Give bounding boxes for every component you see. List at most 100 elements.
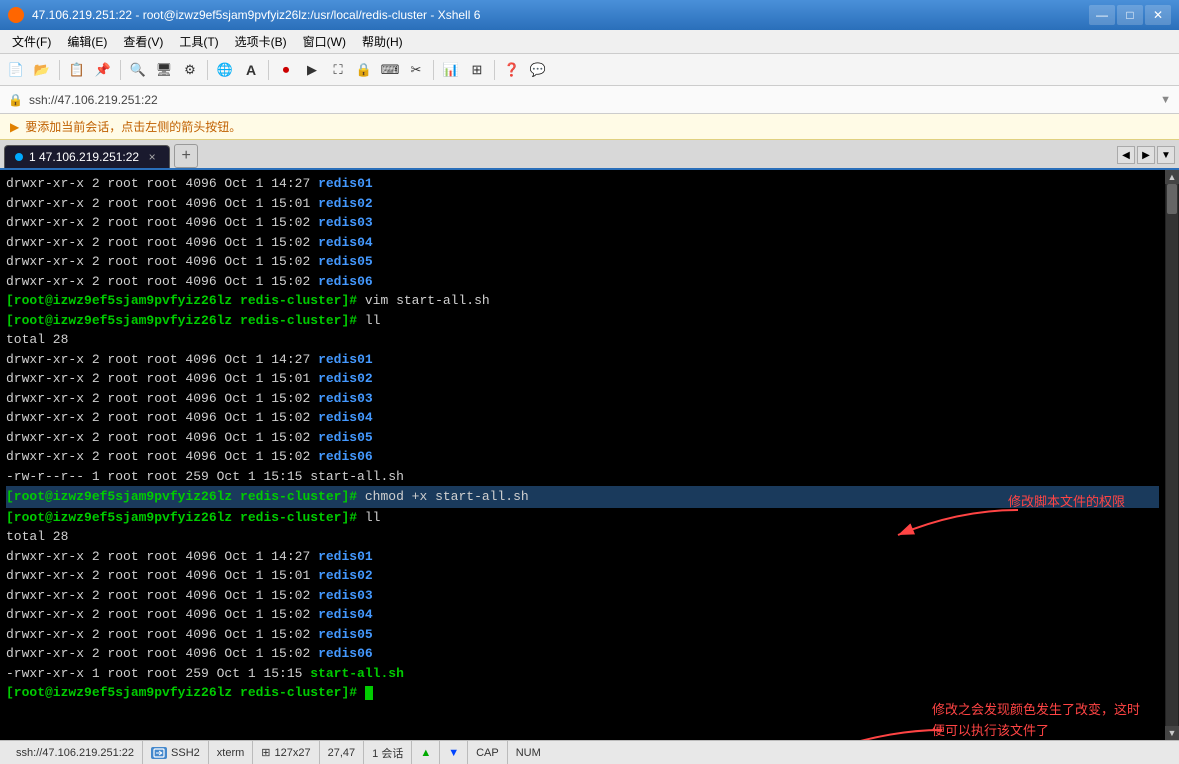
tab-nav: ◀ ▶ ▼ [1117,146,1175,164]
paste-btn[interactable]: 📌 [91,58,115,82]
record-btn[interactable]: ⏺ [274,58,298,82]
menu-edit[interactable]: 编辑(E) [59,31,115,52]
status-arrow-down[interactable]: ▼ [440,741,468,764]
status-sessions: 1 会话 [364,741,412,764]
copy-btn[interactable]: 📋 [65,58,89,82]
new-session-btn[interactable]: 📄 [4,58,28,82]
terminal-line-22: drwxr-xr-x 2 root root 4096 Oct 1 15:02 … [6,586,1159,606]
terminal-line-25: drwxr-xr-x 2 root root 4096 Oct 1 15:02 … [6,644,1159,664]
terminal-line-20: drwxr-xr-x 2 root root 4096 Oct 1 14:27 … [6,547,1159,567]
tab-status-dot [15,153,23,161]
scroll-down-btn[interactable]: ▼ [1165,726,1179,740]
terminal-line-6: drwxr-xr-x 2 root root 4096 Oct 1 15:02 … [6,272,1159,292]
annotation-2-line2: 便可以执行该文件了 [932,721,1140,740]
zoom-btn[interactable]: 🔍 [126,58,150,82]
menu-tools[interactable]: 工具(T) [171,31,226,52]
terminal-line-4: drwxr-xr-x 2 root root 4096 Oct 1 15:02 … [6,233,1159,253]
open-btn[interactable]: 📂 [30,58,54,82]
menu-window[interactable]: 窗口(W) [295,31,354,52]
terminal-line-3: drwxr-xr-x 2 root root 4096 Oct 1 15:02 … [6,213,1159,233]
play-btn[interactable]: ▶ [300,58,324,82]
status-protocol: SSH2 [143,741,209,764]
terminal-scrollbar[interactable]: ▲ ▼ [1165,170,1179,740]
scroll-up-btn[interactable]: ▲ [1165,170,1179,184]
terminal-line-11: drwxr-xr-x 2 root root 4096 Oct 1 15:01 … [6,369,1159,389]
tab-label: 1 47.106.219.251:22 [29,150,139,164]
toolbar: 📄 📂 📋 📌 🔍 🖥 ⚙ 🌐 A ⏺ ▶ ⛶ 🔒 ⌨ ✂ 📊 ⊞ ❓ 💬 [0,54,1179,86]
terminal-line-21: drwxr-xr-x 2 root root 4096 Oct 1 15:01 … [6,566,1159,586]
terminal-line-10: drwxr-xr-x 2 root root 4096 Oct 1 14:27 … [6,350,1159,370]
status-num: NUM [508,741,549,764]
terminal-line-8: [root@izwz9ef5sjam9pvfyiz26lz redis-clus… [6,311,1159,331]
scissor-btn[interactable]: ✂ [404,58,428,82]
info-text: 要添加当前会话，点击左侧的箭头按钮。 [25,118,241,135]
menu-view[interactable]: 查看(V) [115,31,171,52]
tab-bar: 1 47.106.219.251:22 × + ◀ ▶ ▼ [0,140,1179,170]
ssh-icon [151,747,167,759]
status-cursor: 27,47 [320,741,365,764]
menu-bar: 文件(F) 编辑(E) 查看(V) 工具(T) 选项卡(B) 窗口(W) 帮助(… [0,30,1179,54]
terminal-line-26: -rwxr-xr-x 1 root root 259 Oct 1 15:15 s… [6,664,1159,684]
terminal-line-12: drwxr-xr-x 2 root root 4096 Oct 1 15:02 … [6,389,1159,409]
menu-file[interactable]: 文件(F) [4,31,59,52]
terminal-line-14: drwxr-xr-x 2 root root 4096 Oct 1 15:02 … [6,428,1159,448]
close-button[interactable]: ✕ [1145,5,1171,25]
tab-add-btn[interactable]: + [174,144,198,168]
split-btn[interactable]: ⊞ [465,58,489,82]
status-address: ssh://47.106.219.251:22 [8,741,143,764]
tab-next-btn[interactable]: ▶ [1137,146,1155,164]
cap-text: CAP [476,747,499,759]
status-arrow-up[interactable]: ▲ [412,741,440,764]
tab-prev-btn[interactable]: ◀ [1117,146,1135,164]
status-bar: ssh://47.106.219.251:22 SSH2 xterm ⊞ 127… [0,740,1179,764]
terminal-line-24: drwxr-xr-x 2 root root 4096 Oct 1 15:02 … [6,625,1159,645]
cursor [365,686,373,700]
size-text: 127x27 [275,747,311,759]
terminal-line-13: drwxr-xr-x 2 root root 4096 Oct 1 15:02 … [6,408,1159,428]
address-input[interactable] [29,93,1160,107]
maximize-button[interactable]: □ [1117,5,1143,25]
help-btn[interactable]: ❓ [500,58,524,82]
terminal-line-18: [root@izwz9ef5sjam9pvfyiz26lz redis-clus… [6,508,1159,528]
keyboard-btn[interactable]: ⌨ [378,58,402,82]
status-cap: CAP [468,741,508,764]
chat-btn[interactable]: 💬 [526,58,550,82]
terminal-wrapper: drwxr-xr-x 2 root root 4096 Oct 1 14:27 … [0,170,1179,740]
address-dropdown[interactable]: ▼ [1160,94,1171,106]
protocol-text: SSH2 [171,747,200,759]
upload-icon: ▲ [420,747,431,759]
window-title: 47.106.219.251:22 - root@izwz9ef5sjam9pv… [32,8,1089,22]
lock-btn[interactable]: 🔒 [352,58,376,82]
refresh-btn[interactable]: 🖥 [152,58,176,82]
encoding-text: xterm [217,747,245,759]
annotation-arrow-2 [772,720,942,740]
status-size: ⊞ 127x27 [253,741,319,764]
terminal-line-27: [root@izwz9ef5sjam9pvfyiz26lz redis-clus… [6,683,1159,703]
menu-tab[interactable]: 选项卡(B) [227,31,295,52]
sessions-text: 1 会话 [372,745,403,761]
terminal-line-2: drwxr-xr-x 2 root root 4096 Oct 1 15:01 … [6,194,1159,214]
session-tab[interactable]: 1 47.106.219.251:22 × [4,145,170,168]
menu-help[interactable]: 帮助(H) [354,31,411,52]
settings-btn[interactable]: ⚙ [178,58,202,82]
annotation-2-line1: 修改之会发现颜色发生了改变，这时 [932,700,1140,721]
font-btn[interactable]: A [239,58,263,82]
tab-close-btn[interactable]: × [145,150,159,164]
scroll-thumb[interactable] [1167,184,1177,214]
title-bar: 47.106.219.251:22 - root@izwz9ef5sjam9pv… [0,0,1179,30]
fullscreen-btn[interactable]: ⛶ [326,58,350,82]
minimize-button[interactable]: — [1089,5,1115,25]
terminal-line-23: drwxr-xr-x 2 root root 4096 Oct 1 15:02 … [6,605,1159,625]
globe-btn[interactable]: 🌐 [213,58,237,82]
scroll-track[interactable] [1166,184,1178,726]
cursor-text: 27,47 [328,747,356,759]
info-arrow-icon: ▶ [10,120,19,134]
terminal-line-17: [root@izwz9ef5sjam9pvfyiz26lz redis-clus… [6,486,1159,508]
download-icon: ▼ [448,747,459,759]
address-bar: 🔒 ▼ [0,86,1179,114]
terminal-line-16: -rw-r--r-- 1 root root 259 Oct 1 15:15 s… [6,467,1159,487]
tab-menu-btn[interactable]: ▼ [1157,146,1175,164]
monitor-btn[interactable]: 📊 [439,58,463,82]
terminal[interactable]: drwxr-xr-x 2 root root 4096 Oct 1 14:27 … [0,170,1165,740]
terminal-line-1: drwxr-xr-x 2 root root 4096 Oct 1 14:27 … [6,174,1159,194]
